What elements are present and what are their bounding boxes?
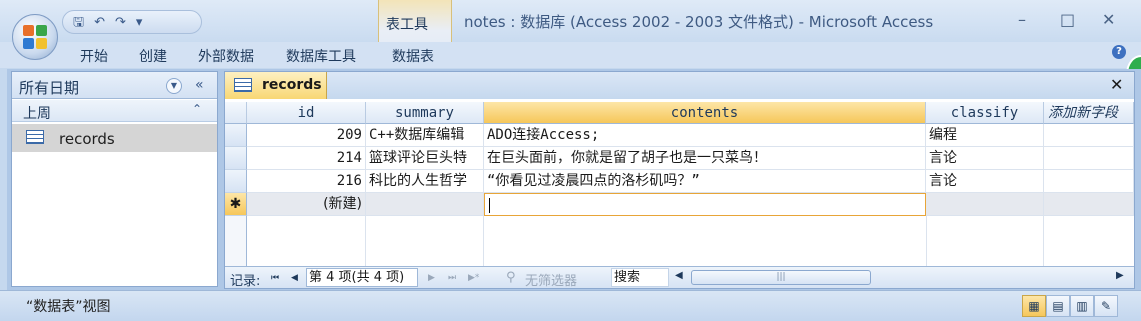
nav-pane-title[interactable]: 所有日期 [19,77,79,98]
no-filter-button[interactable]: 无筛选器 [525,270,577,289]
nav-item-label: records [59,130,115,148]
window-title: notes : 数据库 (Access 2002 - 2003 文件格式) - … [464,13,934,31]
last-record-icon[interactable]: ⏭ [448,273,456,283]
tab-home[interactable]: 开始 [80,46,108,66]
nav-pane-header: 所有日期 ▼ « [12,72,217,99]
table-icon [26,130,44,144]
cell-summary[interactable]: 篮球评论巨头特 [366,147,484,170]
text-caret [489,198,490,213]
new-row-add-field-cell[interactable] [1044,193,1134,216]
close-document-icon[interactable]: ✕ [1110,75,1123,94]
previous-record-icon[interactable]: ◀ [291,273,298,283]
context-tab-label: 表工具 [386,17,428,33]
tab-create[interactable]: 创建 [139,46,167,66]
redo-icon[interactable]: ↷ [115,16,126,29]
datasheet-view-icon[interactable]: ▦ [1022,295,1046,317]
table-icon [234,78,252,92]
select-all-corner[interactable] [225,102,247,124]
row-selector[interactable] [225,124,247,147]
cell-id[interactable]: 216 [247,170,366,193]
column-header-add-field[interactable]: 添加新字段 [1044,102,1134,124]
cell-contents[interactable]: “你看见过凌晨四点的洛杉矶吗？” [484,170,926,193]
row-selector-gutter [225,216,247,266]
cell-classify[interactable]: 编程 [926,124,1044,147]
status-view-label: “数据表”视图 [26,299,111,315]
filter-icon[interactable]: ⚲ [506,270,516,285]
cell-classify[interactable]: 言论 [926,147,1044,170]
minimize-button[interactable]: – [1018,10,1026,29]
new-record-marker-icon[interactable]: ✱ [225,193,247,216]
maximize-button[interactable]: □ [1060,10,1075,29]
next-record-icon[interactable]: ▶ [428,273,435,283]
scrollbar-thumb[interactable]: ||| [691,270,871,285]
office-logo-icon [23,25,47,49]
navigation-pane: 所有日期 ▼ « 上周 ⌃ records [11,71,218,287]
customize-qat-icon[interactable]: ▾ [136,16,143,29]
nav-group-header[interactable]: 上周 ⌃ [12,100,217,122]
empty-area [366,216,484,266]
column-header-id[interactable]: id [247,102,366,124]
save-icon[interactable]: 🖫 [73,16,84,29]
cell-add-field[interactable] [1044,170,1134,193]
empty-area [247,216,366,266]
row-selector[interactable] [225,170,247,193]
close-button[interactable]: ✕ [1102,10,1115,29]
empty-area [926,216,1044,266]
current-record-input[interactable]: 第 4 项(共 4 项) [306,268,418,287]
tab-datasheet[interactable]: 数据表 [392,46,434,66]
cell-summary[interactable]: 科比的人生哲学 [366,170,484,193]
column-header-contents[interactable]: contents [484,102,926,124]
help-icon[interactable]: ? [1112,45,1126,59]
chevron-down-icon[interactable]: ▼ [166,78,182,94]
design-view-icon[interactable]: ✎ [1094,295,1118,317]
office-button[interactable] [12,14,58,60]
tab-external-data[interactable]: 外部数据 [198,46,254,66]
new-record-icon[interactable]: ▶* [468,273,479,283]
undo-icon[interactable]: ↶ [94,16,105,29]
cell-add-field[interactable] [1044,124,1134,147]
column-header-summary[interactable]: summary [366,102,484,124]
collapse-group-icon[interactable]: ⌃ [192,102,202,116]
record-navigation-bar: 记录: ⏮ ◀ 第 4 项(共 4 项) ▶ ⏭ ▶* ⚲ 无筛选器 搜索 ◀ … [225,266,1134,289]
quick-access-toolbar: 🖫 ↶ ↷ ▾ [62,10,202,34]
new-row-id-cell[interactable]: (新建) [247,193,366,216]
new-row-summary-cell[interactable] [366,193,484,216]
cell-contents[interactable]: ADO连接Access; [484,124,926,147]
horizontal-scrollbar[interactable]: ◀ ||| ▶ [675,269,1130,286]
first-record-icon[interactable]: ⏮ [271,273,279,283]
pivotchart-view-icon[interactable]: ▥ [1070,295,1094,317]
collapse-nav-button[interactable]: « [195,77,204,93]
column-header-classify[interactable]: classify [926,102,1044,124]
new-row-contents-cell[interactable] [484,193,926,216]
status-bar: “数据表”视图 ▦ ▤ ▥ ✎ [0,290,1141,321]
nav-item-records[interactable]: records [12,124,217,152]
view-switcher: ▦ ▤ ▥ ✎ [1022,295,1118,317]
tab-database-tools[interactable]: 数据库工具 [286,46,356,66]
document-tab-label: records [262,77,322,93]
datasheet-document: records ✕ id summary contents classify 添… [224,71,1135,289]
record-label: 记录: [230,274,261,289]
cell-id[interactable]: 209 [247,124,366,147]
cell-classify[interactable]: 言论 [926,170,1044,193]
cell-id[interactable]: 214 [247,147,366,170]
cell-add-field[interactable] [1044,147,1134,170]
scroll-left-icon[interactable]: ◀ [675,270,683,281]
pivottable-view-icon[interactable]: ▤ [1046,295,1070,317]
document-tab-bar: records ✕ [225,72,1134,99]
nav-group-label: 上周 [23,106,51,122]
new-row-classify-cell[interactable] [926,193,1044,216]
cell-summary[interactable]: C++数据库编辑 [366,124,484,147]
ribbon-tab-row [0,42,1141,68]
row-selector[interactable] [225,147,247,170]
cell-contents[interactable]: 在巨头面前，你就是留了胡子也是一只菜鸟！ [484,147,926,170]
search-input[interactable]: 搜索 [611,268,669,287]
document-tab-records[interactable]: records [225,72,327,99]
scroll-right-icon[interactable]: ▶ [1116,270,1124,281]
